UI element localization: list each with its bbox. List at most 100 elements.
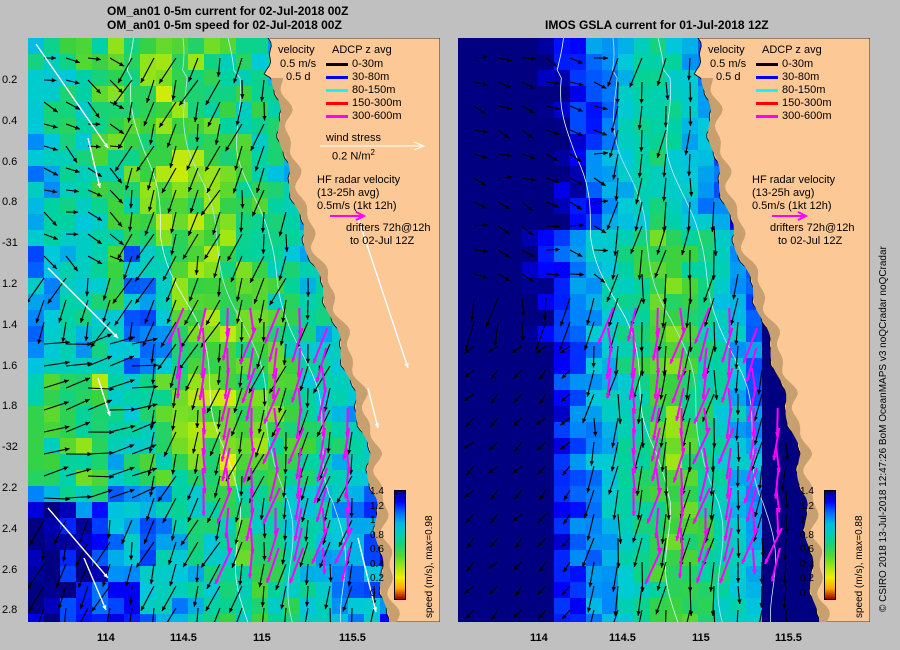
velocity-legend-scale-right: 0.5 m/s (710, 58, 747, 70)
current-arrow (233, 387, 243, 414)
current-arrow (43, 167, 59, 176)
current-arrow (512, 609, 523, 619)
current-arrow (87, 233, 103, 245)
hf-radar-arrow (249, 307, 255, 333)
right-colorbar-label: speed (m/s), max=0.88 (854, 515, 865, 618)
current-arrow (545, 80, 560, 86)
current-arrow (269, 277, 287, 306)
current-arrow (659, 417, 667, 448)
current-arrow (545, 247, 561, 252)
adcp-color-swatch (326, 88, 348, 92)
y-tick-label: 0.4 (2, 114, 18, 127)
current-arrow (180, 519, 199, 546)
current-arrow (493, 321, 499, 347)
current-arrow (593, 273, 606, 284)
current-arrow (207, 101, 221, 127)
current-arrow (784, 513, 789, 534)
current-arrow (569, 81, 584, 87)
current-arrow (688, 81, 693, 103)
current-arrow (246, 453, 265, 482)
colorbar-tick-label: 1 (800, 515, 806, 526)
current-arrow (497, 225, 510, 235)
wind-stress-arrow (47, 267, 119, 339)
current-arrow (43, 255, 58, 270)
current-arrow (464, 489, 475, 498)
current-arrow (545, 272, 560, 277)
current-arrow (162, 497, 177, 524)
current-arrow (497, 175, 512, 180)
current-arrow (466, 537, 475, 549)
current-arrow (735, 393, 741, 415)
current-arrow (661, 177, 667, 202)
y-tick-label: 2.6 (2, 563, 18, 576)
wind-stress-arrow (87, 137, 102, 189)
current-arrow (102, 299, 111, 323)
current-arrow (304, 563, 309, 585)
adcp-legend-item: 150-300m (326, 97, 402, 109)
current-arrow (304, 519, 309, 542)
current-arrow (109, 211, 123, 228)
current-arrow (106, 519, 112, 539)
current-arrow (584, 321, 595, 351)
current-arrow (490, 393, 499, 405)
current-arrow (586, 297, 595, 326)
hf-radar-arrow (287, 427, 305, 464)
current-arrow (251, 189, 265, 217)
current-arrow (305, 343, 311, 364)
current-arrow (753, 393, 763, 422)
current-arrow (606, 201, 619, 231)
current-arrow (169, 365, 177, 388)
adcp-label: 80-150m (782, 84, 826, 96)
current-arrow (684, 129, 691, 156)
current-arrow (659, 369, 667, 400)
current-arrow (180, 321, 199, 348)
current-arrow (194, 563, 200, 583)
current-arrow (87, 489, 113, 499)
current-arrow (535, 417, 547, 426)
current-arrow (593, 248, 609, 253)
hf-radar-avg: (13-25h avg) (317, 187, 380, 199)
current-arrow (464, 585, 475, 594)
current-arrow (226, 233, 243, 262)
current-arrow (157, 343, 177, 370)
current-arrow (589, 441, 595, 466)
current-arrow (283, 453, 288, 474)
current-arrow (562, 513, 571, 525)
colorbar-tick-label: 1.2 (370, 500, 384, 512)
current-arrow (735, 465, 740, 488)
current-arrow (135, 233, 155, 260)
current-arrow (87, 56, 101, 62)
current-arrow (205, 299, 221, 326)
current-arrow (171, 79, 177, 101)
current-arrow (187, 497, 199, 523)
current-arrow (521, 249, 535, 258)
current-arrow (194, 255, 199, 275)
current-arrow (65, 255, 79, 272)
current-arrow (586, 585, 595, 613)
current-arrow (238, 365, 243, 388)
adcp-legend-title: ADCP z avg (332, 44, 392, 56)
current-arrow (593, 225, 607, 234)
current-arrow (271, 409, 287, 438)
current-arrow (278, 387, 287, 413)
current-arrow (306, 277, 311, 297)
current-arrow (230, 255, 243, 283)
current-arrow (87, 211, 103, 222)
current-arrow (125, 167, 133, 191)
current-arrow (191, 387, 199, 411)
colorbar-tick-label: 0 (800, 587, 806, 599)
current-arrow (561, 369, 571, 379)
current-arrow (193, 453, 199, 475)
current-arrow (593, 129, 608, 136)
current-arrow (497, 129, 510, 139)
current-arrow (193, 101, 199, 123)
current-arrow (473, 129, 488, 134)
current-arrow (593, 105, 608, 111)
current-arrow (520, 321, 526, 342)
current-arrow (521, 56, 537, 61)
current-arrow (65, 421, 91, 433)
current-arrow (109, 336, 136, 345)
current-arrow (513, 489, 523, 500)
current-arrow (608, 297, 619, 327)
y-tick-label: 2.2 (2, 482, 18, 494)
